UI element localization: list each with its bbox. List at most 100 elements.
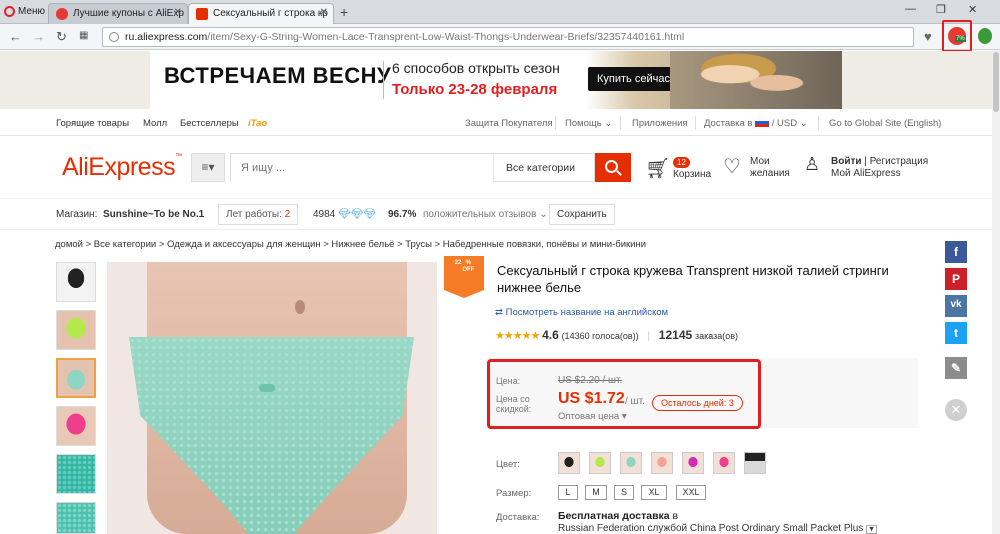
store-feedback-label[interactable]: положительных отзывов ⌄: [423, 209, 548, 220]
size-option-s[interactable]: S: [614, 485, 634, 500]
nav-global-site[interactable]: Go to Global Site (English): [829, 118, 941, 129]
thumbnail-mint-selected[interactable]: [56, 358, 96, 398]
twitter-share-icon[interactable]: t: [945, 322, 967, 344]
close-share-icon[interactable]: ✕: [945, 399, 967, 421]
my-aliexpress-link[interactable]: Мой AliExpress: [831, 168, 901, 179]
aliexpress-favicon-icon: [196, 8, 208, 20]
orders-count: 12145: [658, 328, 693, 342]
search-box: Все категории: [230, 153, 595, 182]
product-main-image[interactable]: [107, 262, 437, 534]
search-category-select[interactable]: Все категории: [493, 154, 596, 181]
nav-itao-logo[interactable]: iTao: [248, 118, 267, 129]
rating-votes[interactable]: (14360 голоса(ов)): [562, 331, 639, 341]
back-icon[interactable]: ←: [9, 29, 22, 44]
delivery-title: Бесплатная доставка в: [558, 510, 679, 522]
color-swatch-dark[interactable]: [744, 452, 766, 474]
rating-value: 4.6: [542, 328, 559, 342]
nav-hot-deals[interactable]: Горящие товары: [56, 118, 129, 129]
tab-coupons[interactable]: Лучшие купоны с AliExp ✕: [48, 3, 188, 24]
aliexpress-logo[interactable]: AliExpress™: [62, 153, 182, 182]
login-link[interactable]: Войти: [831, 156, 862, 167]
size-option-l[interactable]: L: [558, 485, 578, 500]
price-unit: / шт.: [625, 396, 645, 407]
nav-bestsellers[interactable]: Бестселлеры: [180, 118, 239, 129]
minimize-icon[interactable]: —: [905, 3, 916, 15]
close-tab-icon[interactable]: ✕: [320, 7, 328, 18]
color-swatch-magenta[interactable]: [682, 452, 704, 474]
restore-icon[interactable]: ❐: [936, 3, 946, 16]
nav-help[interactable]: Помощь ⌄: [565, 118, 612, 129]
cart-link[interactable]: 12 Корзина: [673, 156, 711, 180]
delivery-dropdown-icon[interactable]: ▼: [866, 525, 878, 534]
thumbnail-pink[interactable]: [56, 406, 96, 446]
new-tab-button[interactable]: +: [340, 4, 348, 20]
reload-icon[interactable]: ↻: [56, 29, 67, 45]
translate-icon: ⇄: [495, 307, 503, 318]
banner-headline: ВСТРЕЧАЕМ ВЕСНУ: [164, 63, 392, 88]
russia-flag-icon: [755, 118, 770, 127]
thumbnail-lace-teal[interactable]: [56, 454, 96, 494]
banner-photo: [670, 51, 842, 109]
tab-product[interactable]: Сексуальный г строка кр ✕: [188, 3, 334, 24]
facebook-share-icon[interactable]: f: [945, 241, 967, 263]
cart-icon[interactable]: 🛒︎: [645, 156, 670, 181]
categories-menu-button[interactable]: ≡▾: [191, 153, 225, 182]
thumbnail-black[interactable]: [56, 262, 96, 302]
color-swatch-lime[interactable]: [589, 452, 611, 474]
color-swatch-pink[interactable]: [713, 452, 735, 474]
nav-mall[interactable]: Молл: [143, 118, 167, 129]
days-left-badge: Осталось дней: 3: [652, 395, 743, 411]
store-name-link[interactable]: Sunshine~To be No.1: [103, 209, 204, 220]
search-button[interactable]: [595, 153, 631, 182]
wishlist-link[interactable]: Мои желания: [750, 156, 790, 180]
browser-menu-button[interactable]: Меню: [0, 2, 46, 22]
scrollbar-thumb[interactable]: [993, 52, 999, 112]
forward-icon[interactable]: →: [32, 29, 45, 44]
coupon-extension-icon[interactable]: 7%: [948, 27, 966, 45]
breadcrumb[interactable]: домой > Все категории > Одежда и аксессу…: [55, 239, 646, 250]
promo-banner[interactable]: ВСТРЕЧАЕМ ВЕСНУ 6 способов открыть сезон…: [0, 51, 1000, 109]
discount-price: US $1.72: [558, 390, 625, 407]
store-feedback-pct: 96.7%: [388, 209, 417, 220]
close-window-icon[interactable]: ✕: [968, 3, 977, 16]
user-icon[interactable]: ♙: [804, 154, 820, 175]
rating-stars-icon[interactable]: ★★★★★: [495, 330, 540, 342]
vk-share-icon[interactable]: vk: [945, 295, 967, 317]
size-option-xxl[interactable]: XXL: [676, 485, 706, 500]
color-swatch-black[interactable]: [558, 452, 580, 474]
size-label: Размер:: [496, 488, 532, 499]
size-option-xl[interactable]: XL: [641, 485, 667, 500]
color-swatch-peach[interactable]: [651, 452, 673, 474]
nav-apps[interactable]: Приложения: [632, 118, 688, 129]
page-scrollbar[interactable]: [992, 50, 1000, 534]
size-option-m[interactable]: M: [585, 485, 607, 500]
banner-divider: [383, 61, 384, 99]
top-nav: Горящие товары Молл Бестселлеры iTao Защ…: [0, 110, 1000, 136]
discount-badge: 22% OFF: [444, 256, 484, 298]
register-link[interactable]: Регистрация: [870, 156, 928, 167]
save-store-button[interactable]: Сохранить: [549, 204, 615, 225]
edit-icon[interactable]: ✎: [945, 357, 967, 379]
store-diamonds-icon: 💎︎💎︎💎︎: [338, 209, 377, 220]
pinterest-share-icon[interactable]: P: [945, 268, 967, 290]
address-bar[interactable]: ru.aliexpress.com/item/Sexy-G-String-Wom…: [102, 27, 914, 47]
nav-buyer-protection[interactable]: Защита Покупателя: [465, 118, 553, 129]
nav-ship-to[interactable]: Доставка в / USD ⌄: [704, 118, 808, 129]
extension-icon[interactable]: [978, 28, 992, 44]
close-tab-icon[interactable]: ✕: [174, 7, 182, 18]
thumbnail-lime[interactable]: [56, 310, 96, 350]
banner-buy-button[interactable]: Купить сейчас: [588, 67, 679, 91]
delivery-detail[interactable]: Russian Federation службой China Post Or…: [558, 523, 878, 534]
thumbnail-lace-detail[interactable]: [56, 502, 96, 534]
banner-dates: Только 23-28 февраля: [392, 81, 558, 98]
delivery-label: Доставка:: [496, 512, 540, 523]
speed-dial-icon[interactable]: ▦: [79, 30, 88, 41]
color-swatch-mint[interactable]: [620, 452, 642, 474]
search-input[interactable]: [231, 154, 493, 182]
site-info-icon[interactable]: [109, 32, 119, 42]
translate-title-link[interactable]: ⇄ Посмотреть название на английском: [495, 307, 668, 318]
store-score[interactable]: 4984: [313, 209, 335, 220]
wishlist-heart-icon[interactable]: ♡: [723, 154, 741, 179]
wholesale-price-toggle[interactable]: Оптовая цена ▾: [558, 411, 627, 422]
bookmark-heart-icon[interactable]: ♥: [924, 29, 932, 44]
